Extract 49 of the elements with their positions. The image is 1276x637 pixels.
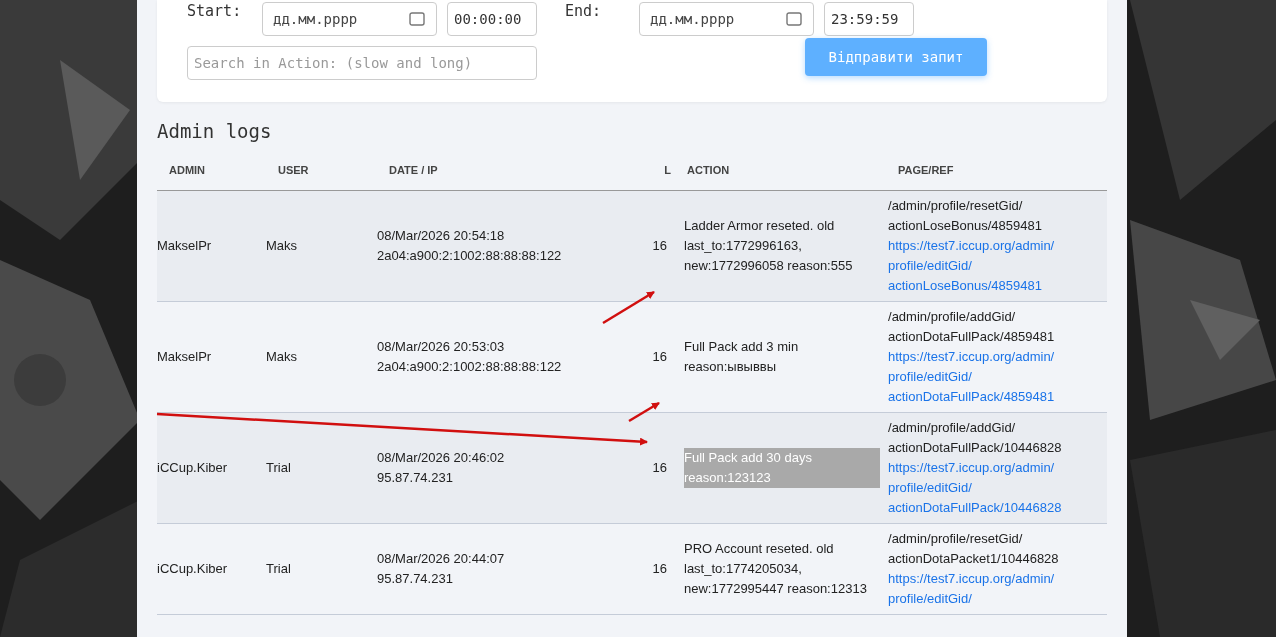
level-value: 16 bbox=[652, 561, 667, 576]
submit-button[interactable]: Відправити запит bbox=[805, 38, 987, 76]
admin-name: iCCup.Kiber bbox=[157, 460, 228, 475]
date-field[interactable]: дд.мм.рррр bbox=[262, 2, 437, 36]
time-field[interactable]: 23:59:59 bbox=[824, 2, 914, 36]
user-name: Maks bbox=[266, 349, 298, 364]
level-value: 16 bbox=[652, 238, 667, 253]
column-header: DATE / IP bbox=[389, 164, 438, 176]
search-field[interactable]: Search in Action: (slow and long) bbox=[187, 46, 537, 80]
ref-link[interactable]: https://test7.iccup.org/admin/profile/editGid/ bbox=[888, 569, 1071, 609]
admin-name: MakselPr bbox=[157, 349, 212, 364]
ip-address: 2a04:a900:2:1002:88:88:88:122 bbox=[377, 247, 563, 265]
start-label: Start: bbox=[187, 2, 243, 20]
calendar-icon bbox=[786, 12, 802, 26]
level-value: 16 bbox=[652, 460, 667, 475]
level-value: 16 bbox=[652, 349, 667, 364]
admin-name: MakselPr bbox=[157, 238, 212, 253]
page-path: /admin/profile/addGid/actionDotaFullPack/10446828 bbox=[888, 419, 1063, 457]
action-text: PRO Account reseted. old last_to:1774205034, new:1772995447 reason:12313 bbox=[684, 540, 868, 598]
action-text: Full Pack add 30 days reason:123123 bbox=[684, 448, 880, 488]
page-path: /admin/profile/resetGid/actionLoseBonus/4859481 bbox=[888, 197, 1043, 235]
log-date: 08/Mar/2026 20:46:02 bbox=[377, 449, 506, 467]
log-date: 08/Mar/2026 20:54:18 bbox=[377, 227, 506, 245]
page-path: /admin/profile/addGid/actionDotaFullPack/4859481 bbox=[888, 308, 1056, 346]
ip-address: 95.87.74.231 bbox=[377, 469, 454, 487]
log-date: 08/Mar/2026 20:53:03 bbox=[377, 338, 506, 356]
ref-link[interactable]: https://test7.iccup.org/admin/profile/editGid/actionDotaFullPack/4859481 bbox=[888, 347, 1071, 407]
page-path: /admin/profile/resetGid/actionDotaPacket1/10446828 bbox=[888, 530, 1060, 568]
user-name: Maks bbox=[266, 238, 298, 253]
end-label: End: bbox=[565, 2, 603, 20]
ip-address: 95.87.74.231 bbox=[377, 570, 454, 588]
ref-link[interactable]: https://test7.iccup.org/admin/profile/editGid/actionLoseBonus/4859481 bbox=[888, 236, 1071, 296]
user-name: Trial bbox=[266, 561, 291, 576]
ip-address: 2a04:a900:2:1002:88:88:88:122 bbox=[377, 358, 563, 376]
date-field[interactable]: дд.мм.рррр bbox=[639, 2, 814, 36]
column-header: PAGE/REF bbox=[898, 164, 954, 176]
log-date: 08/Mar/2026 20:44:07 bbox=[377, 550, 506, 568]
calendar-icon bbox=[409, 12, 425, 26]
column-header: USER bbox=[278, 164, 309, 176]
ref-link[interactable]: https://test7.iccup.org/admin/profile/editGid/actionDotaFullPack/10446828 bbox=[888, 458, 1071, 518]
action-text: Ladder Armor reseted. old last_to:1772996163, new:1772996058 reason:555 bbox=[684, 217, 854, 275]
admin-name: iCCup.Kiber bbox=[157, 561, 228, 576]
user-name: Trial bbox=[266, 460, 291, 475]
action-text: Full Pack add 3 min reason:ывыввы bbox=[684, 338, 800, 376]
time-field[interactable]: 00:00:00 bbox=[447, 2, 537, 36]
column-header: ACTION bbox=[687, 164, 730, 176]
column-header: L bbox=[664, 164, 671, 176]
column-header: ADMIN bbox=[169, 164, 206, 176]
section-title: Admin logs bbox=[157, 120, 273, 142]
